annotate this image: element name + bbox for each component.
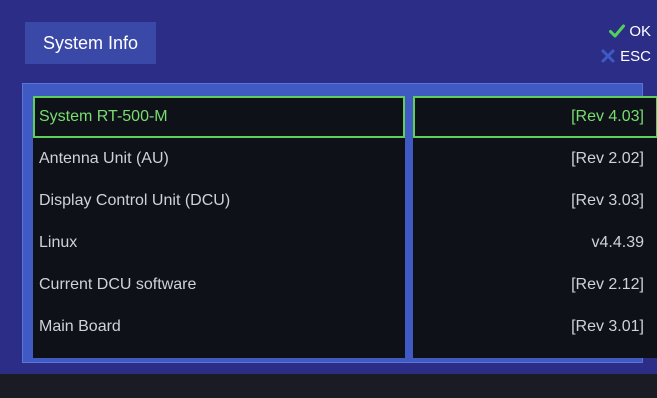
info-row-value[interactable]: [Rev 3.03]	[413, 180, 657, 222]
info-row-label[interactable]: Current DCU software	[33, 264, 405, 306]
ok-button[interactable]: OK	[609, 21, 651, 41]
info-row-label[interactable]: Main Board	[33, 306, 405, 348]
x-icon	[600, 48, 616, 64]
info-row-value[interactable]: [Rev 2.02]	[413, 138, 657, 180]
check-icon	[609, 23, 626, 39]
bottom-bar	[0, 374, 657, 398]
header-actions: OK ESC	[581, 19, 651, 67]
info-row-value[interactable]: [Rev 4.03]	[413, 96, 657, 138]
info-row-label[interactable]: Linux	[33, 222, 405, 264]
esc-button[interactable]: ESC	[600, 46, 651, 66]
page-title: System Info	[25, 22, 156, 64]
info-row-value[interactable]: [Rev 3.01]	[413, 306, 657, 348]
info-row-value[interactable]: v4.4.39	[413, 222, 657, 264]
info-row-label[interactable]: Display Control Unit (DCU)	[33, 180, 405, 222]
info-row-label[interactable]: Antenna Unit (AU)	[33, 138, 405, 180]
system-info-screen: System Info OK ESC System RT-500-M Anten…	[0, 0, 657, 398]
ok-label: OK	[629, 22, 651, 40]
info-label-column: System RT-500-M Antenna Unit (AU) Displa…	[33, 96, 405, 358]
info-value-column: [Rev 4.03] [Rev 2.02] [Rev 3.03] v4.4.39…	[413, 96, 657, 358]
info-panel: System RT-500-M Antenna Unit (AU) Displa…	[22, 83, 657, 363]
info-row-value[interactable]: [Rev 2.12]	[413, 264, 657, 306]
esc-label: ESC	[620, 47, 651, 65]
info-row-label[interactable]: System RT-500-M	[33, 96, 405, 138]
